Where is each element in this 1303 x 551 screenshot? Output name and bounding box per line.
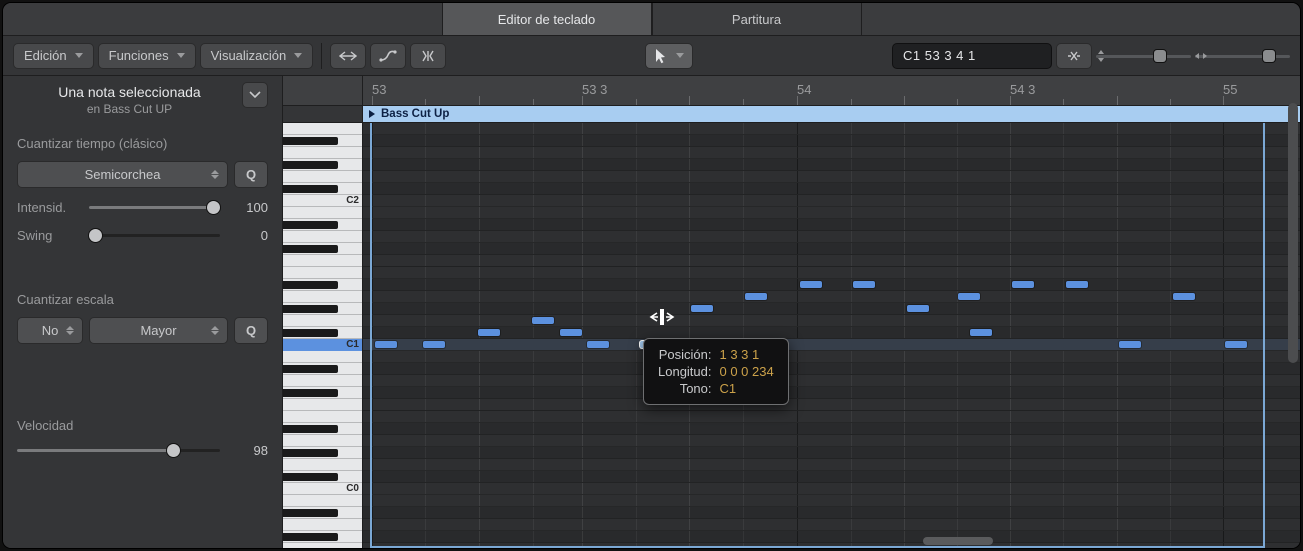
octave-label: C0 xyxy=(346,483,359,494)
toolbar: Edición Funciones Visualización C1 53 3 … xyxy=(3,36,1300,76)
midi-note[interactable] xyxy=(745,293,767,300)
ruler-label: 53 xyxy=(372,82,386,97)
midi-note[interactable] xyxy=(970,329,992,336)
note-info-tooltip: Posición:1 3 3 1 Longitud:0 0 0 234 Tono… xyxy=(643,338,789,405)
main-tab-bar: Editor de teclado Partitura xyxy=(3,3,1300,36)
ruler-label: 55 xyxy=(1223,82,1237,97)
quantize-button[interactable]: Q xyxy=(234,161,268,188)
swing-slider[interactable] xyxy=(89,226,220,244)
octave-label: C1 xyxy=(346,339,359,350)
midi-note[interactable] xyxy=(1173,293,1195,300)
midi-note[interactable] xyxy=(375,341,397,348)
horizontal-zoom-slider[interactable] xyxy=(1195,45,1290,67)
velocity-slider[interactable] xyxy=(17,441,220,459)
info-display[interactable]: C1 53 3 4 1 xyxy=(892,43,1052,69)
piano-keyboard[interactable]: C2 C1 C0 xyxy=(283,123,363,548)
quantize-time-label: Cuantizar tiempo (clásico) xyxy=(17,136,268,151)
collapse-icon xyxy=(419,49,437,63)
snap-icon xyxy=(1065,49,1083,63)
zoom-v-icon xyxy=(1096,50,1106,62)
midi-note[interactable] xyxy=(1225,341,1247,348)
ruler-label: 54 xyxy=(797,82,811,97)
octave-label: C2 xyxy=(346,195,359,206)
selection-subtitle: en Bass Cut UP xyxy=(17,102,242,116)
automation-curve-button[interactable] xyxy=(370,43,406,69)
region-header[interactable]: Bass Cut Up xyxy=(363,106,1300,122)
midi-note[interactable] xyxy=(800,281,822,288)
horizontal-scrollbar[interactable] xyxy=(653,537,1280,545)
swing-label: Swing xyxy=(17,228,79,243)
strength-value[interactable]: 100 xyxy=(230,200,268,215)
midi-note[interactable] xyxy=(1066,281,1088,288)
tab-score[interactable]: Partitura xyxy=(652,3,862,35)
midi-note[interactable] xyxy=(478,329,500,336)
region-name: Bass Cut Up xyxy=(381,108,449,120)
midi-note[interactable] xyxy=(1012,281,1034,288)
midi-note[interactable] xyxy=(587,341,609,348)
play-icon xyxy=(369,110,375,118)
pointer-icon xyxy=(654,48,668,64)
functions-menu[interactable]: Funciones xyxy=(98,43,196,69)
midi-note[interactable] xyxy=(691,305,713,312)
scale-type-select[interactable]: Mayor xyxy=(89,317,228,344)
edit-menu[interactable]: Edición xyxy=(13,43,94,69)
velocity-label: Velocidad xyxy=(17,418,268,433)
tab-piano-roll[interactable]: Editor de teclado xyxy=(442,3,652,35)
selection-title: Una nota seleccionada xyxy=(17,84,242,100)
midi-note[interactable] xyxy=(907,305,929,312)
collapse-button[interactable] xyxy=(410,43,446,69)
quantize-grid-select[interactable]: Semicorchea xyxy=(17,161,228,188)
vertical-zoom-slider[interactable] xyxy=(1096,45,1191,67)
midi-note[interactable] xyxy=(1119,341,1141,348)
chevron-down-icon xyxy=(248,90,262,100)
scale-quantize-button[interactable]: Q xyxy=(234,317,268,344)
time-ruler[interactable]: 53 53 3 54 54 3 55 xyxy=(283,76,1300,106)
midi-note[interactable] xyxy=(958,293,980,300)
ruler-label: 54 3 xyxy=(1010,82,1035,97)
midi-note[interactable] xyxy=(423,341,445,348)
midi-note[interactable] xyxy=(560,329,582,336)
zoom-h-icon xyxy=(1195,51,1207,61)
disclosure-button[interactable] xyxy=(242,82,268,108)
view-menu[interactable]: Visualización xyxy=(200,43,314,69)
velocity-value[interactable]: 98 xyxy=(230,443,268,458)
inspector-panel: Una nota seleccionada en Bass Cut UP Cua… xyxy=(3,76,283,548)
quantize-scale-label: Cuantizar escala xyxy=(17,292,268,307)
curve-icon xyxy=(379,49,397,63)
strength-slider[interactable] xyxy=(89,198,220,216)
catch-playhead-button[interactable] xyxy=(330,43,366,69)
vertical-scrollbar[interactable] xyxy=(1288,103,1298,528)
ruler-label: 53 3 xyxy=(582,82,607,97)
swing-value[interactable]: 0 xyxy=(230,228,268,243)
pointer-tool[interactable] xyxy=(645,43,693,69)
midi-note[interactable] xyxy=(853,281,875,288)
strength-label: Intensid. xyxy=(17,200,79,215)
scale-enable-select[interactable]: No xyxy=(17,317,83,344)
snap-button[interactable] xyxy=(1056,43,1092,69)
midi-note[interactable] xyxy=(532,317,554,324)
note-grid[interactable]: Posición:1 3 3 1 Longitud:0 0 0 234 Tono… xyxy=(363,123,1300,548)
catch-icon xyxy=(339,49,357,63)
